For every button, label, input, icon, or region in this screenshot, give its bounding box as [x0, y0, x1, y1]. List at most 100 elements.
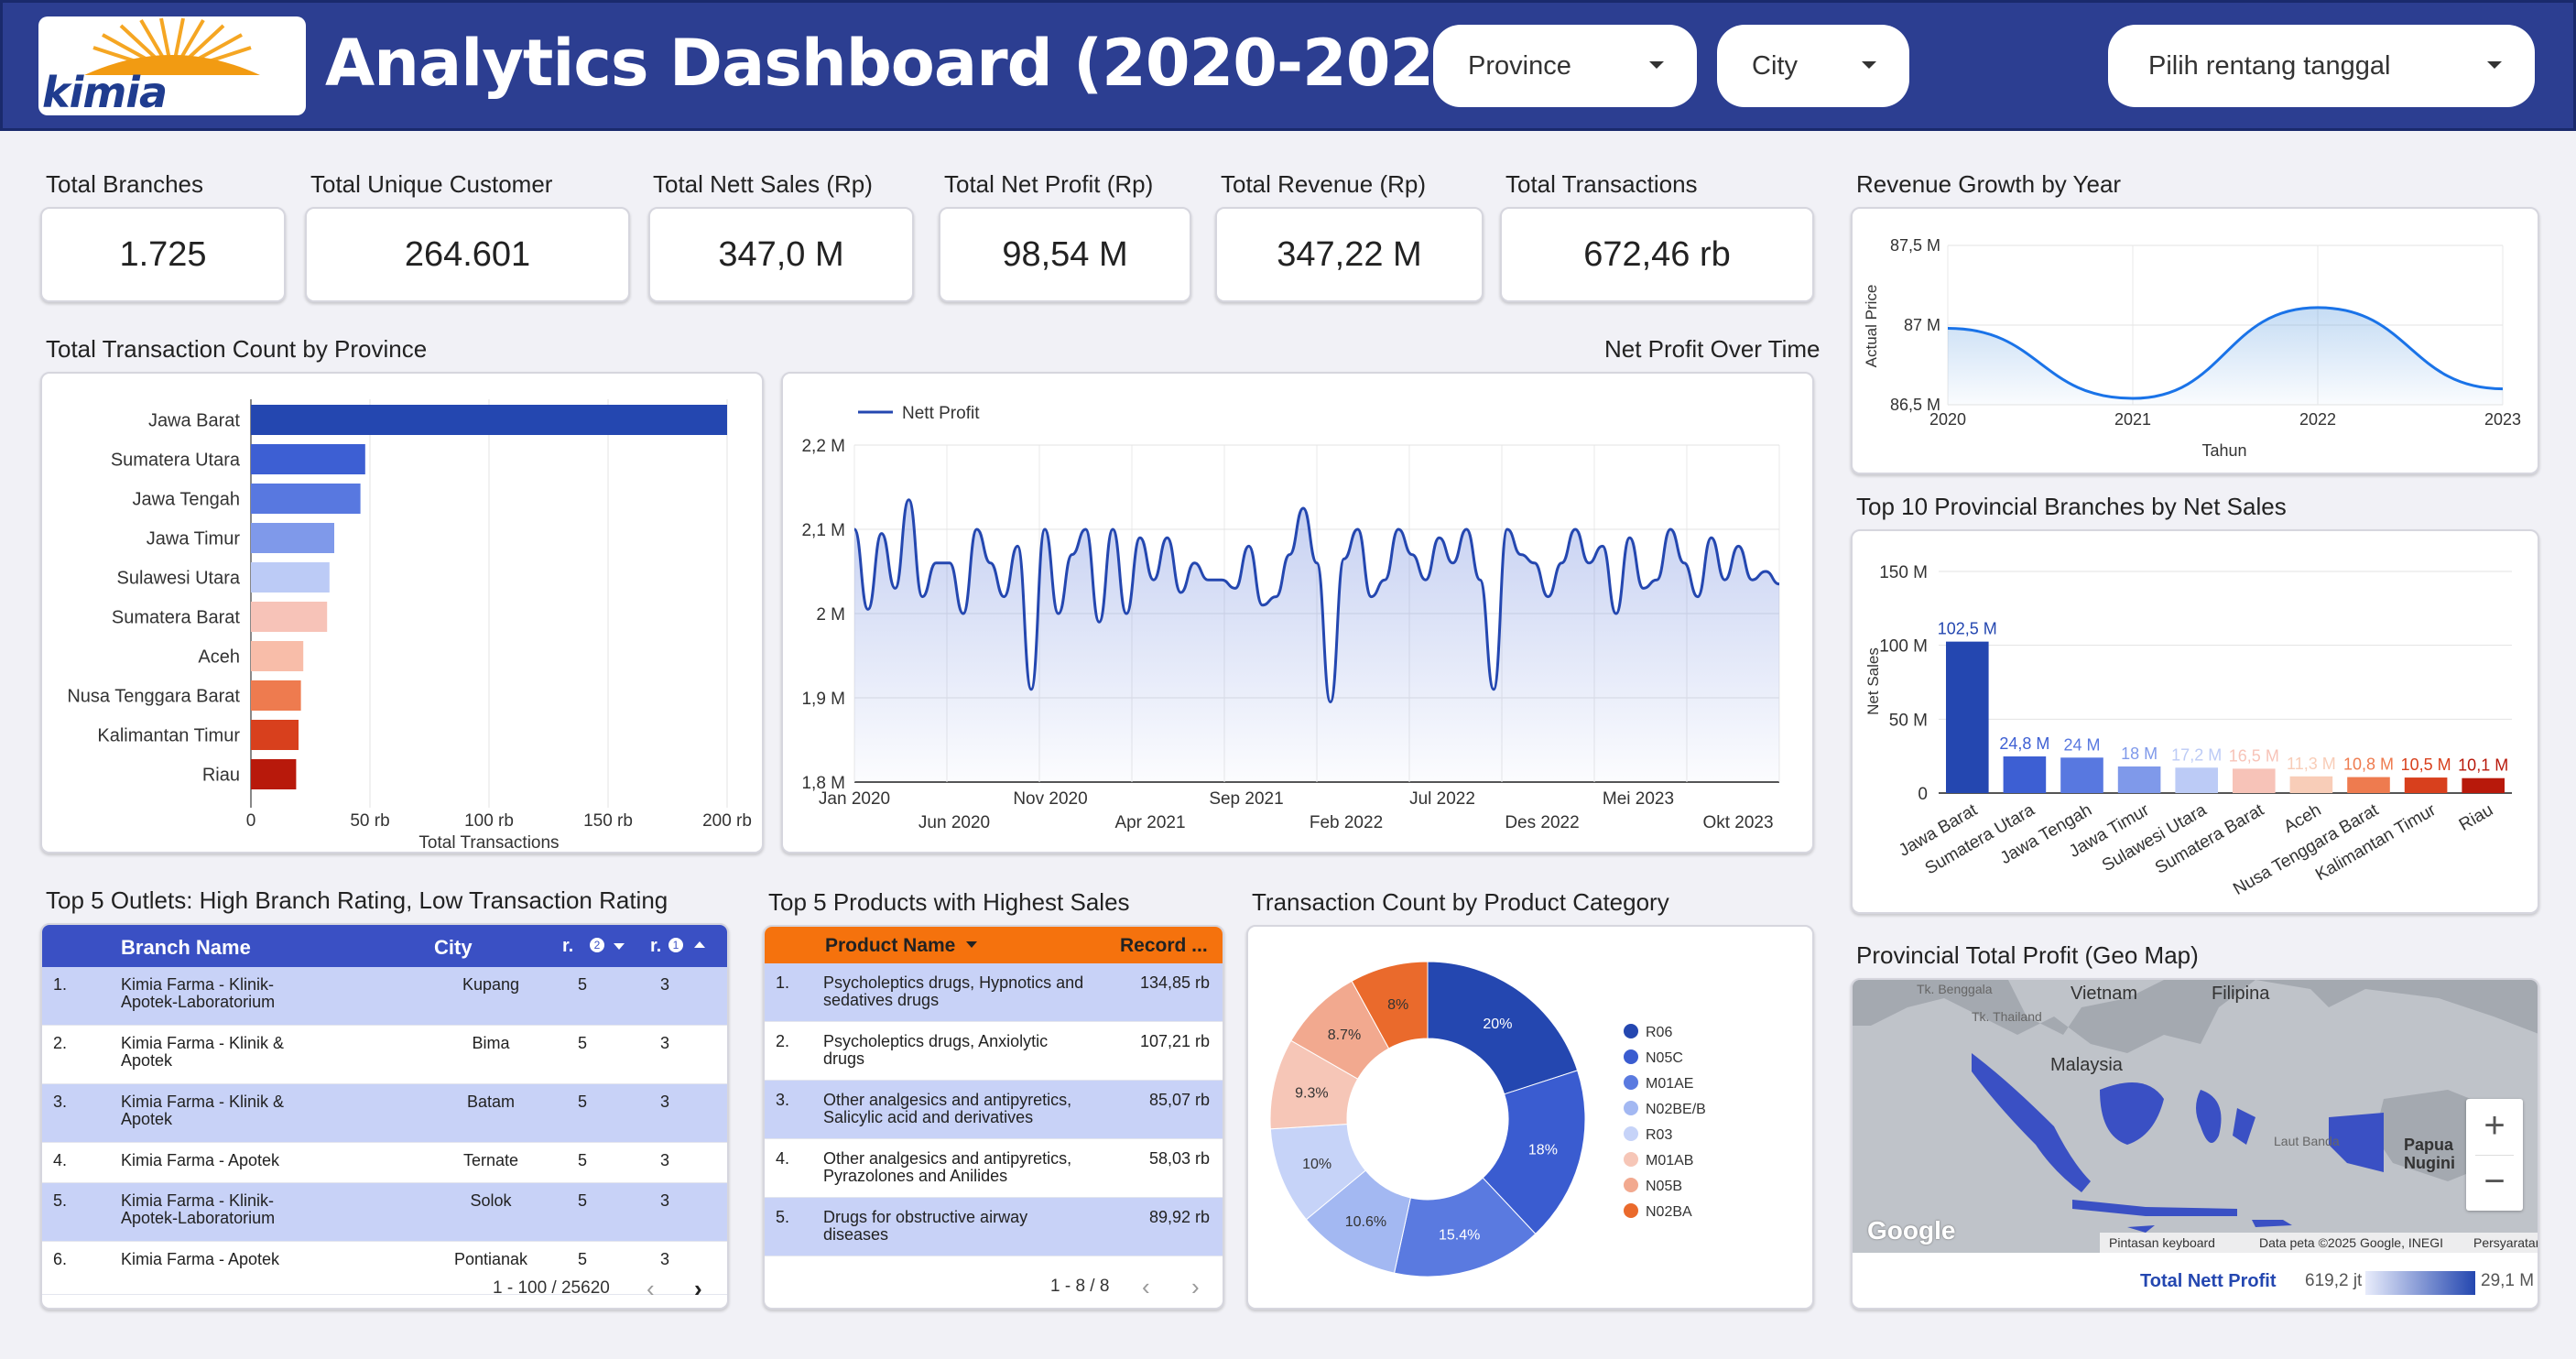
product-name-cell: Other analgesics and antipyretics, Salic… — [823, 1091, 1072, 1126]
category-label: Sulawesi Utara — [116, 569, 240, 589]
data-label: 24 M — [2063, 735, 2100, 754]
x-tick-label: 2023 — [2484, 410, 2521, 429]
table-row[interactable]: 6. Kimia Farma - Apotek Pontianak 5 3 — [42, 1242, 727, 1295]
chevron-left-icon[interactable]: ‹ — [647, 1275, 655, 1303]
city-dropdown[interactable]: City — [1717, 25, 1909, 107]
col-city[interactable]: City — [434, 936, 473, 960]
revenue-growth-card: 86,5 M 87 M 87,5 M 2020 2021 2022 2023 Tahun Act… — [1851, 207, 2539, 474]
x-tick-label: 2020 — [1929, 410, 1966, 429]
chevron-right-icon[interactable]: › — [1191, 1273, 1200, 1301]
chevron-right-icon[interactable]: › — [694, 1275, 702, 1303]
date-range-label: Pilih rentang tanggal — [2148, 50, 2391, 81]
col-branch-name[interactable]: Branch Name — [121, 936, 251, 960]
branch-rating-cell: 5 — [577, 975, 587, 994]
y-tick-label: 2,2 M — [801, 437, 845, 456]
branch-name-cell: Kimia Farma - Klinik-Apotek-Laboratorium — [121, 975, 276, 1011]
x-tick-label: Jul 2022 — [1409, 789, 1475, 809]
category-label: Sumatera Barat — [112, 608, 241, 628]
bar — [2347, 777, 2390, 793]
record-count-cell: 58,03 rb — [1148, 1149, 1210, 1168]
chevron-left-icon[interactable]: ‹ — [1142, 1273, 1150, 1301]
table-row[interactable]: 1. Kimia Farma - Klinik-Apotek-Laboratori… — [42, 967, 727, 1026]
zoom-out-button[interactable]: − — [2466, 1156, 2523, 1211]
sort-order-1-icon: 1 — [668, 938, 683, 952]
city-dropdown-label: City — [1752, 50, 1798, 81]
row-index: 4. — [53, 1151, 68, 1169]
legend-swatch — [1624, 1203, 1638, 1218]
col-rating-transaction[interactable]: r. — [650, 936, 661, 957]
record-count-cell: 134,85 rb — [1139, 973, 1210, 992]
sort-asc-icon[interactable] — [694, 941, 705, 948]
province-dropdown-label: Province — [1468, 50, 1571, 81]
kpi-card-net-profit: 98,54 M — [939, 207, 1191, 302]
col-record[interactable]: Record ... — [1120, 935, 1208, 957]
slice-label: 10.6% — [1345, 1214, 1386, 1230]
bar — [251, 444, 365, 474]
zoom-in-button[interactable]: + — [2466, 1099, 2523, 1155]
chevron-down-icon — [1649, 61, 1664, 69]
table-row[interactable]: 5. Kimia Farma - Klinik-Apotek-Laboratori… — [42, 1183, 727, 1242]
table-row[interactable]: 4. Kimia Farma - Apotek Ternate 5 3 — [42, 1143, 727, 1183]
products-table-header: Product Name Record ... — [765, 927, 1223, 963]
transaction-rating-cell: 3 — [659, 1034, 669, 1052]
bar — [2462, 777, 2505, 793]
bar — [251, 405, 727, 435]
col-rating-branch[interactable]: r. — [562, 936, 573, 957]
city-cell: Ternate — [462, 1151, 519, 1169]
province-tx-chart: 0 50 rb 100 rb 150 rb 200 rb Jawa Barat Sumate… — [67, 399, 752, 853]
branch-rating-cell: 5 — [577, 1034, 587, 1052]
outlets-table-header: Branch Name City r. 2 r. 1 — [42, 925, 727, 967]
table-row[interactable]: 4. Other analgesics and antipyretics, Pyr… — [765, 1139, 1223, 1198]
province-dropdown[interactable]: Province — [1433, 25, 1697, 107]
branch-rating-cell: 5 — [577, 1191, 587, 1210]
legend-label: Nett Profit — [902, 404, 980, 423]
chevron-down-icon — [1862, 61, 1876, 69]
table-row[interactable]: 1. Psycholeptics drugs, Hypnotics and sed… — [765, 963, 1223, 1022]
row-index: 1. — [53, 975, 68, 994]
transaction-rating-cell: 3 — [659, 1191, 669, 1210]
slice-label: 18% — [1528, 1142, 1558, 1158]
keyboard-shortcuts-link[interactable]: Pintasan keyboard — [2109, 1235, 2215, 1250]
col-product-name[interactable]: Product Name — [825, 935, 955, 957]
y-tick-label: 1,9 M — [801, 690, 845, 709]
bar — [2175, 767, 2218, 793]
category-label: Riau — [202, 766, 240, 786]
date-range-picker[interactable]: Pilih rentang tanggal — [2108, 25, 2535, 107]
sort-desc-icon[interactable] — [614, 943, 625, 950]
slice-label: 15.4% — [1439, 1227, 1480, 1243]
table-row[interactable]: 2. Psycholeptics drugs, Anxiolytic drugs 1… — [765, 1022, 1223, 1081]
google-logo: Google — [1867, 1216, 1956, 1245]
category-label: Nusa Tenggara Barat — [67, 687, 240, 707]
map-canvas[interactable]: Vietnam Filipina Malaysia Papua Nugini T… — [1853, 980, 2538, 1253]
revenue-growth-title: Revenue Growth by Year — [1856, 170, 2122, 198]
category-label: Sumatera Utara — [111, 451, 241, 471]
table-row[interactable]: 3. Other analgesics and antipyretics, Sal… — [765, 1081, 1223, 1139]
branch-name-cell: Kimia Farma - Apotek — [121, 1151, 280, 1169]
branch-rating-cell: 5 — [577, 1151, 587, 1169]
legend-label: N05C — [1646, 1050, 1683, 1066]
city-cell: Solok — [470, 1191, 512, 1210]
x-tick-label: Feb 2022 — [1310, 813, 1383, 832]
terms-link[interactable]: Persyaratan — [2473, 1235, 2538, 1250]
map-legend-max: 29,1 M — [2481, 1271, 2535, 1290]
table-row[interactable]: 5. Drugs for obstructive airway diseases 8… — [765, 1198, 1223, 1256]
legend-swatch — [1624, 1126, 1638, 1141]
slice-label: 9.3% — [1295, 1085, 1328, 1101]
table-row[interactable]: 2. Kimia Farma - Klinik & Apotek Bima 5 3 — [42, 1026, 727, 1084]
bar — [2404, 777, 2448, 793]
record-count-cell: 89,92 rb — [1148, 1208, 1210, 1226]
legend-label: N02BA — [1646, 1204, 1692, 1220]
table-row[interactable]: 3. Kimia Farma - Klinik & Apotek Batam 5 3 — [42, 1084, 727, 1143]
sort-desc-icon[interactable] — [966, 941, 977, 948]
row-index: 2. — [53, 1034, 68, 1052]
map-label-banda: Laut Banda — [2274, 1134, 2340, 1148]
product-category-title: Transaction Count by Product Category — [1252, 888, 1669, 916]
category-label: Jawa Barat — [148, 411, 240, 431]
legend-swatch — [1624, 1152, 1638, 1167]
bar — [2060, 757, 2103, 793]
kpi-card-transactions: 672,46 rb — [1500, 207, 1814, 302]
map-legend-min: 619,2 jt — [2305, 1271, 2363, 1290]
net-profit-title: Net Profit Over Time — [1604, 335, 1821, 363]
y-tick-label: 0 — [1918, 785, 1928, 804]
x-tick-label: Mei 2023 — [1603, 789, 1674, 809]
